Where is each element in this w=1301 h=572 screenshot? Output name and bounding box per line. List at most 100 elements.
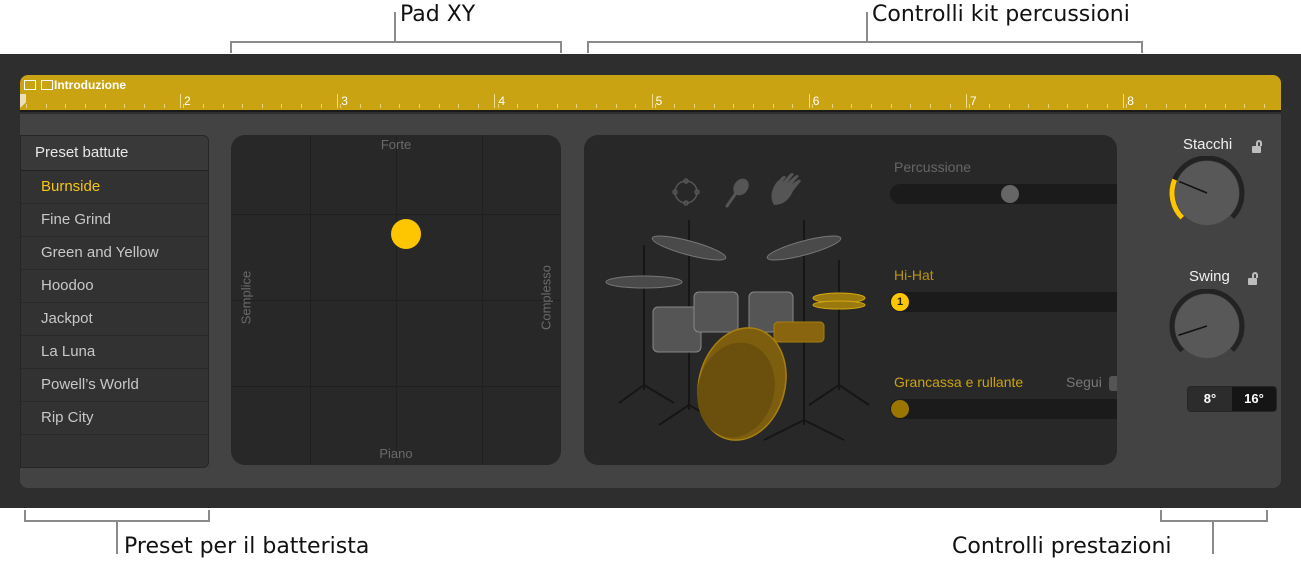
ruler-tick: [45, 104, 47, 108]
bar-number: 2: [180, 94, 191, 108]
ruler-tick: [812, 104, 813, 108]
callout-performance-controls: Controlli prestazioni: [952, 534, 1172, 559]
ruler-tick: [1165, 104, 1167, 108]
ruler[interactable]: Introduzione 2 3 4 5 6 7 8: [20, 75, 1281, 112]
swing-16th-option[interactable]: 16°: [1232, 387, 1276, 411]
preset-item[interactable]: Powell’s World: [21, 369, 208, 402]
hihat[interactable]: [812, 292, 866, 310]
ruler-tick: [1028, 104, 1030, 108]
region-name: Introduzione: [54, 78, 126, 92]
callout-stem: [116, 520, 118, 554]
ruler-tick: [104, 104, 106, 108]
callout-stem: [394, 12, 396, 42]
ruler-tick: [910, 104, 912, 108]
ruler-tick: [949, 104, 951, 108]
ruler-tick: [202, 104, 204, 108]
ruler-tick: [222, 104, 224, 108]
ruler-tick: [340, 104, 342, 108]
ruler-tick: [635, 104, 637, 108]
preset-item[interactable]: Rip City: [21, 402, 208, 435]
play-region-icon[interactable]: [24, 80, 36, 90]
ruler-tick: [890, 104, 892, 108]
preset-item[interactable]: Fine Grind: [21, 204, 208, 237]
ruler-tick: [1205, 104, 1206, 108]
ruler-tick: [1263, 104, 1265, 108]
bar-number: 3: [337, 94, 348, 108]
ruler-tick: [792, 104, 794, 108]
ruler-tick: [84, 104, 86, 108]
bar-number: 7: [966, 94, 977, 108]
tambourine-icon[interactable]: [672, 178, 700, 206]
hihat-slider[interactable]: 1: [890, 292, 1117, 312]
ruler-tick: [1067, 104, 1069, 108]
follow-label: Segui: [1066, 374, 1102, 390]
ruler-tick: [694, 104, 696, 108]
callout-drummer-presets: Preset per il batterista: [124, 534, 370, 559]
callout-bracket: [1160, 510, 1268, 522]
ruler-tick: [654, 104, 656, 108]
ruler-tick: [929, 104, 931, 108]
bar-number: 8: [1123, 94, 1134, 108]
ruler-tick: [556, 104, 558, 108]
xy-puck[interactable]: [390, 219, 421, 249]
ruler-tick: [969, 104, 971, 108]
fills-label: Stacchi: [1183, 136, 1233, 153]
xy-pad[interactable]: Forte Piano Semplice Complesso: [231, 135, 561, 465]
callout-bracket: [230, 41, 562, 53]
swing-lock-icon[interactable]: [1248, 272, 1258, 285]
ruler-tick: [320, 104, 322, 108]
bar-number: 4: [494, 94, 505, 108]
swing-label: Swing: [1189, 268, 1230, 285]
swing-resolution-toggle[interactable]: 8° 16°: [1187, 386, 1277, 412]
xy-label-left: Semplice: [238, 270, 254, 325]
ruler-tick: [379, 104, 381, 108]
ruler-tick: [870, 104, 872, 108]
preset-item[interactable]: Burnside: [21, 171, 208, 204]
ruler-tick: [261, 104, 263, 108]
preset-item[interactable]: La Luna: [21, 336, 208, 369]
fills-lock-icon[interactable]: [1252, 140, 1262, 153]
preset-list: Preset battute Burnside Fine Grind Green a…: [20, 135, 209, 468]
swing-knob[interactable]: [1157, 289, 1281, 389]
preset-item[interactable]: Hoodoo: [21, 270, 208, 303]
callout-stem: [866, 12, 868, 42]
follow-checkbox[interactable]: [1109, 376, 1117, 391]
handclap-icon[interactable]: [771, 173, 801, 205]
grid-line: [231, 386, 561, 387]
ruler-tick: [124, 104, 126, 108]
snare[interactable]: [773, 321, 825, 343]
swing-8th-option[interactable]: 8°: [1188, 387, 1232, 411]
ruler-tick: [143, 104, 145, 108]
percussion-slider[interactable]: [890, 184, 1117, 204]
ruler-tick: [595, 104, 597, 108]
maraca-icon[interactable]: [725, 176, 752, 208]
preset-item[interactable]: Jackpot: [21, 303, 208, 336]
drum-kit-panel: Percussione Hi-Hat 1 Grancassa e rullant…: [584, 135, 1117, 465]
callout-stem: [1212, 520, 1214, 554]
ruler-tick: [65, 104, 67, 108]
hihat-slider-knob[interactable]: 1: [891, 293, 909, 311]
ruler-tick: [497, 104, 499, 108]
bar-number: 6: [808, 94, 819, 108]
callout-xy-pad: Pad XY: [400, 2, 476, 27]
ruler-tick: [1224, 104, 1226, 108]
callout-bracket: [24, 510, 210, 522]
ruler-tick: [851, 104, 853, 108]
fills-knob[interactable]: [1157, 156, 1281, 256]
ruler-tick: [419, 104, 420, 108]
ruler-tick: [281, 104, 283, 108]
ruler-tick: [183, 104, 185, 108]
cymbal[interactable]: [605, 231, 843, 289]
kick-snare-slider-knob[interactable]: [891, 400, 909, 418]
preset-item[interactable]: Green and Yellow: [21, 237, 208, 270]
ruler-tick: [477, 104, 479, 108]
percussion-slider-knob[interactable]: [1001, 185, 1019, 203]
ruler-tick: [1126, 104, 1128, 108]
kick-snare-slider[interactable]: [890, 399, 1117, 419]
ruler-tick: [242, 104, 244, 108]
ruler-tick: [26, 104, 27, 108]
region-filter-icon[interactable]: [41, 80, 53, 90]
ruler-tick: [576, 104, 578, 108]
preset-list-header: Preset battute: [21, 136, 208, 171]
ruler-tick: [1008, 104, 1010, 108]
